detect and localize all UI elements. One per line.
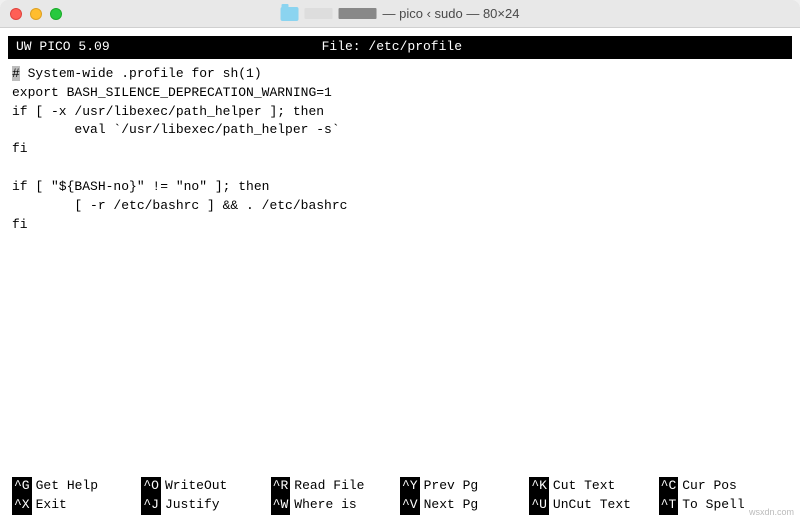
keycap: ^O	[141, 477, 161, 496]
shortcut-row: ^XExit ^JJustify ^WWhere is ^VNext Pg ^U…	[12, 496, 788, 515]
shortcut-writeout[interactable]: ^OWriteOut	[141, 477, 270, 496]
shortcut-label: Prev Pg	[420, 477, 479, 496]
file-line: [ -r /etc/bashrc ] && . /etc/bashrc	[12, 198, 347, 213]
redacted-segment	[305, 8, 333, 19]
title-text: — pico ‹ sudo — 80×24	[383, 6, 520, 21]
window-title: — pico ‹ sudo — 80×24	[281, 6, 520, 21]
shortcut-justify[interactable]: ^JJustify	[141, 496, 270, 515]
editor-file-label: File: /etc/profile	[110, 38, 784, 57]
shortcut-get-help[interactable]: ^GGet Help	[12, 477, 141, 496]
shortcut-label: Next Pg	[420, 496, 479, 515]
keycap: ^Y	[400, 477, 420, 496]
close-icon[interactable]	[10, 8, 22, 20]
file-line: System-wide .profile for sh(1)	[20, 66, 262, 81]
shortcut-label: Cut Text	[549, 477, 615, 496]
shortcut-cut-text[interactable]: ^KCut Text	[529, 477, 658, 496]
shortcut-label: To Spell	[678, 496, 744, 515]
keycap: ^V	[400, 496, 420, 515]
keycap: ^R	[271, 477, 291, 496]
terminal-content[interactable]: UW PICO 5.09 File: /etc/profile # System…	[0, 28, 800, 521]
shortcut-read-file[interactable]: ^RRead File	[271, 477, 400, 496]
keycap: ^G	[12, 477, 32, 496]
window-titlebar[interactable]: — pico ‹ sudo — 80×24	[0, 0, 800, 28]
shortcut-row: ^GGet Help ^OWriteOut ^RRead File ^YPrev…	[12, 477, 788, 496]
shortcut-label: WriteOut	[161, 477, 227, 496]
editor-shortcuts: ^GGet Help ^OWriteOut ^RRead File ^YPrev…	[0, 477, 800, 521]
keycap: ^U	[529, 496, 549, 515]
shortcut-label: Justify	[161, 496, 220, 515]
shortcut-label: Where is	[290, 496, 356, 515]
keycap: ^J	[141, 496, 161, 515]
shortcut-label: Exit	[32, 496, 67, 515]
folder-icon	[281, 7, 299, 21]
zoom-icon[interactable]	[50, 8, 62, 20]
editor-status-bar: UW PICO 5.09 File: /etc/profile	[8, 36, 792, 59]
traffic-lights	[10, 8, 62, 20]
shortcut-label: Get Help	[32, 477, 98, 496]
cursor: #	[12, 66, 20, 81]
shortcut-where-is[interactable]: ^WWhere is	[271, 496, 400, 515]
terminal-window: — pico ‹ sudo — 80×24 UW PICO 5.09 File:…	[0, 0, 800, 521]
keycap: ^X	[12, 496, 32, 515]
editor-body[interactable]: # System-wide .profile for sh(1) export …	[0, 63, 800, 477]
keycap: ^W	[271, 496, 291, 515]
shortcut-uncut-text[interactable]: ^UUnCut Text	[529, 496, 658, 515]
file-line: if [ "${BASH-no}" != "no" ]; then	[12, 179, 269, 194]
shortcut-exit[interactable]: ^XExit	[12, 496, 141, 515]
keycap: ^K	[529, 477, 549, 496]
keycap: ^C	[659, 477, 679, 496]
shortcut-label: Cur Pos	[678, 477, 737, 496]
shortcut-label: UnCut Text	[549, 496, 631, 515]
redacted-segment	[339, 8, 377, 19]
shortcut-prev-pg[interactable]: ^YPrev Pg	[400, 477, 529, 496]
watermark: wsxdn.com	[749, 507, 794, 517]
file-line: fi	[12, 141, 28, 156]
file-line: if [ -x /usr/libexec/path_helper ]; then	[12, 104, 324, 119]
shortcut-cur-pos[interactable]: ^CCur Pos	[659, 477, 788, 496]
file-line: eval `/usr/libexec/path_helper -s`	[12, 122, 340, 137]
shortcut-label: Read File	[290, 477, 364, 496]
keycap: ^T	[659, 496, 679, 515]
file-line: fi	[12, 217, 28, 232]
editor-app-name: UW PICO 5.09	[16, 38, 110, 57]
shortcut-next-pg[interactable]: ^VNext Pg	[400, 496, 529, 515]
file-line: export BASH_SILENCE_DEPRECATION_WARNING=…	[12, 85, 332, 100]
minimize-icon[interactable]	[30, 8, 42, 20]
